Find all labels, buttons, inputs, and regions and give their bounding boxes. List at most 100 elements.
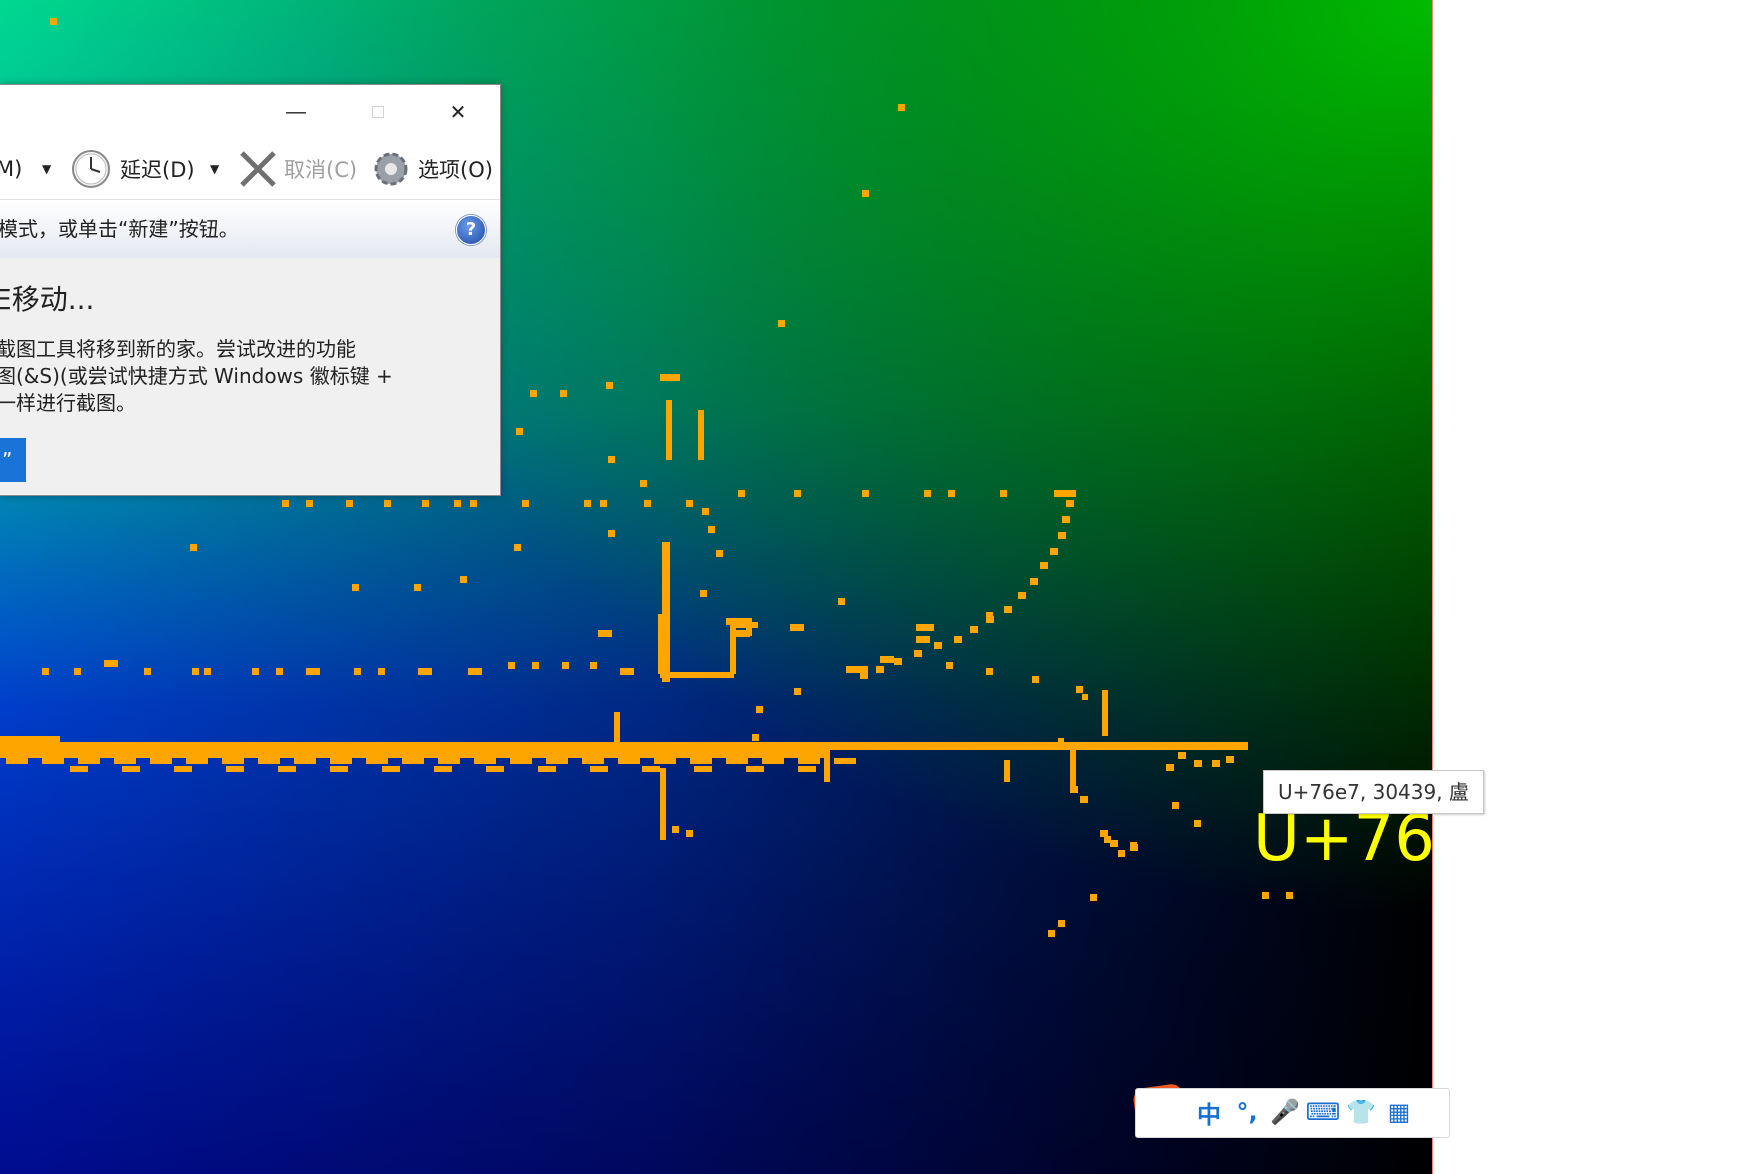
glyph-dot: [644, 500, 651, 507]
glyph-dot: [1030, 578, 1038, 585]
glyph-dot: [880, 656, 894, 663]
glyph-dot: [330, 766, 348, 772]
glyph-dot: [538, 766, 556, 772]
glyph-dot: [606, 382, 613, 389]
snip-toolbar: M) ▼ 延迟(D) ▼ 取消(C) 选项(O): [0, 139, 500, 199]
glyph-dot: [862, 490, 869, 497]
ime-chinese-mode[interactable]: 中: [1190, 1088, 1228, 1136]
glyph-dot: [916, 636, 930, 643]
ime-punctuation[interactable]: °,: [1228, 1088, 1266, 1136]
glyph-dot: [954, 636, 962, 643]
glyph-dot: [986, 668, 993, 675]
glyph-dot: [986, 616, 994, 623]
glyph-dot: [1070, 786, 1078, 793]
glyph-dot: [876, 666, 884, 673]
glyph-dot: [530, 390, 537, 397]
close-button[interactable]: ✕: [418, 85, 498, 139]
glyph-dot: [252, 668, 259, 675]
glyph-dot: [1058, 738, 1064, 744]
glyph-dot: [122, 766, 140, 772]
glyph-dot: [1194, 820, 1201, 827]
glyph-dot: [204, 668, 211, 675]
glyph-dot: [562, 662, 569, 669]
mode-button[interactable]: M): [0, 139, 22, 199]
glyph-dot: [654, 758, 676, 764]
glyph-dot: [600, 500, 607, 507]
glyph-dot: [50, 18, 57, 25]
glyph-dot: [1118, 850, 1125, 857]
glyph-dot: [778, 320, 785, 327]
glyph-dot: [150, 758, 172, 764]
gear-icon[interactable]: [370, 139, 412, 199]
glyph-dot: [1032, 676, 1039, 683]
glyph-dot: [306, 500, 313, 507]
glyph-dot: [1004, 760, 1010, 782]
glyph-dot: [746, 766, 764, 772]
glyph-dot: [508, 662, 515, 669]
glyph-dot: [658, 614, 666, 674]
glyph-dot: [1070, 750, 1076, 788]
glyph-dot: [366, 758, 388, 764]
glyph-dot: [514, 544, 521, 551]
glyph-dot: [0, 736, 60, 742]
chevron-down-icon[interactable]: ▼: [210, 139, 219, 199]
snipping-tool-window: — □ ✕ M) ▼ 延迟(D) ▼ 取消(C): [0, 84, 501, 496]
clock-icon[interactable]: [70, 139, 112, 199]
glyph-dot: [590, 766, 608, 772]
glyph-dot: [1058, 532, 1066, 539]
glyph-dot: [422, 500, 429, 507]
notice-description: 截图工具将移到新的家。尝试改进的功能 图(&S)(或尝试快捷方式 Windows…: [0, 337, 393, 415]
glyph-dot: [1100, 830, 1108, 837]
glyph-dot: [732, 622, 758, 628]
glyph-dot: [186, 758, 208, 764]
glyph-dot: [1286, 892, 1293, 899]
glyph-dot: [1000, 490, 1007, 497]
glyph-dot: [590, 662, 597, 669]
keyboard-icon[interactable]: ⌨: [1304, 1088, 1342, 1136]
window-titlebar[interactable]: — □ ✕: [0, 85, 500, 139]
glyph-dot: [560, 390, 567, 397]
maximize-button[interactable]: □: [338, 85, 418, 139]
glyph-dot: [1066, 500, 1074, 507]
glyph-dot: [402, 758, 424, 764]
glyph-dot: [42, 668, 49, 675]
glyph-dot: [698, 410, 704, 460]
minimize-button[interactable]: —: [256, 85, 336, 139]
glyph-dot: [598, 630, 612, 637]
glyph-dot: [1104, 836, 1111, 843]
glyph-dot: [934, 642, 942, 649]
glyph-dot: [192, 668, 199, 675]
glyph-dot: [970, 626, 978, 633]
help-icon[interactable]: ?: [456, 215, 486, 245]
glyph-dot: [608, 456, 615, 463]
glyph-dot: [762, 758, 784, 764]
glyph-dot: [354, 668, 361, 675]
cancel-button[interactable]: 取消(C): [284, 139, 357, 199]
delay-button[interactable]: 延迟(D): [120, 139, 195, 199]
canvas-border: [1432, 0, 1433, 1174]
options-button[interactable]: 选项(O): [418, 139, 493, 199]
try-new-button[interactable]: ”: [0, 438, 26, 482]
glyph-dot: [1212, 760, 1220, 767]
glyph-dot: [454, 500, 461, 507]
glyph-dot: [1166, 764, 1174, 771]
glyph-dot: [0, 750, 830, 758]
microphone-icon[interactable]: 🎤: [1266, 1088, 1304, 1136]
info-text: 模式，或单击“新建”按钮。: [0, 217, 239, 241]
glyph-dot: [226, 766, 244, 772]
glyph-dot: [1018, 592, 1026, 599]
glyph-dot: [716, 550, 723, 557]
glyph-dot: [1110, 840, 1118, 847]
glyph-dot: [666, 400, 672, 460]
glyph-dot: [70, 766, 88, 772]
toolbox-grid-icon[interactable]: ▦: [1380, 1088, 1418, 1136]
glyph-dot: [460, 576, 467, 583]
skin-shirt-icon[interactable]: 👕: [1342, 1088, 1380, 1136]
notice-body: E移动... 截图工具将移到新的家。尝试改进的功能 图(&S)(或尝试快捷方式 …: [0, 258, 500, 495]
glyph-dot: [642, 766, 660, 772]
chevron-down-icon[interactable]: ▼: [42, 139, 51, 199]
glyph-dot: [798, 758, 820, 764]
glyph-dot: [620, 668, 634, 675]
glyph-dot: [686, 830, 693, 837]
ime-items: 中 °, 🎤 ⌨ 👕 ▦: [1190, 1088, 1418, 1136]
